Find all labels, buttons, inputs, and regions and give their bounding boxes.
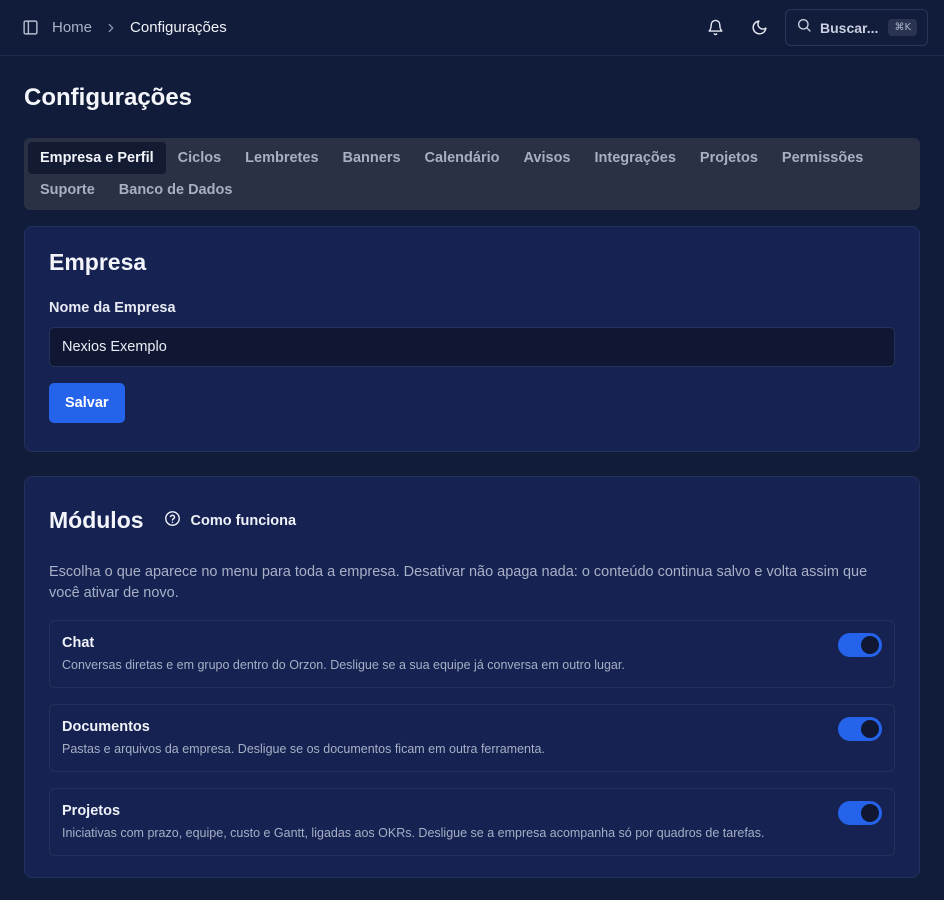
tab-banco-de-dados[interactable]: Banco de Dados xyxy=(107,174,245,206)
breadcrumb-current: Configurações xyxy=(130,19,227,36)
toggle-knob xyxy=(861,720,879,738)
top-bar: Home Configurações Buscar... ⌘K xyxy=(0,0,944,56)
tab-projetos[interactable]: Projetos xyxy=(688,142,770,174)
modulos-title: Módulos xyxy=(49,507,144,533)
how-it-works-label: Como funciona xyxy=(190,512,297,529)
modulos-header: Módulos Como funciona xyxy=(49,507,895,534)
module-description: Conversas diretas e em grupo dentro do O… xyxy=(62,658,625,672)
top-actions: Buscar... ⌘K xyxy=(697,9,928,46)
toggle-knob xyxy=(861,804,879,822)
tab-integracoes[interactable]: Integrações xyxy=(583,142,688,174)
settings-tabs: Empresa e Perfil Ciclos Lembretes Banner… xyxy=(24,138,920,210)
chevron-right-icon xyxy=(104,21,118,35)
breadcrumb-home[interactable]: Home xyxy=(52,19,92,36)
search-button[interactable]: Buscar... ⌘K xyxy=(785,9,928,46)
documentos-toggle[interactable] xyxy=(838,717,882,741)
projetos-toggle[interactable] xyxy=(838,801,882,825)
search-icon xyxy=(796,17,812,38)
module-name: Projetos xyxy=(62,803,121,819)
module-item-chat: Chat Conversas diretas e em grupo dentro… xyxy=(49,620,895,688)
tab-banners[interactable]: Banners xyxy=(331,142,413,174)
module-name: Documentos xyxy=(62,719,150,735)
module-description: Pastas e arquivos da empresa. Desligue s… xyxy=(62,742,545,756)
module-item-projetos: Projetos Iniciativas com prazo, equipe, … xyxy=(49,788,895,856)
help-circle-icon xyxy=(164,510,181,532)
search-label: Buscar... xyxy=(820,19,879,36)
company-name-label: Nome da Empresa xyxy=(49,300,176,316)
module-name: Chat xyxy=(62,635,95,651)
modulos-description: Escolha o que aparece no menu para toda … xyxy=(49,564,868,601)
tab-lembretes[interactable]: Lembretes xyxy=(233,142,330,174)
how-it-works-link[interactable]: Como funciona xyxy=(164,510,297,532)
bell-icon[interactable] xyxy=(697,10,733,46)
toggle-knob xyxy=(861,636,879,654)
empresa-card: Empresa Nome da Empresa Salvar xyxy=(24,226,920,452)
tab-ciclos[interactable]: Ciclos xyxy=(166,142,234,174)
module-description: Iniciativas com prazo, equipe, custo e G… xyxy=(62,826,765,840)
save-button[interactable]: Salvar xyxy=(49,383,125,423)
tab-suporte[interactable]: Suporte xyxy=(28,174,107,206)
empresa-title: Empresa xyxy=(49,249,147,275)
moon-icon[interactable] xyxy=(741,10,777,46)
tab-permissoes[interactable]: Permissões xyxy=(770,142,875,174)
search-shortcut: ⌘K xyxy=(888,19,917,36)
company-name-input[interactable] xyxy=(49,327,895,367)
tab-avisos[interactable]: Avisos xyxy=(511,142,582,174)
sidebar-toggle-icon[interactable] xyxy=(20,18,40,38)
module-item-documentos: Documentos Pastas e arquivos da empresa.… xyxy=(49,704,895,772)
page-title: Configurações xyxy=(24,84,193,111)
tab-empresa-e-perfil[interactable]: Empresa e Perfil xyxy=(28,142,166,174)
tab-calendario[interactable]: Calendário xyxy=(413,142,512,174)
modulos-card: Módulos Como funciona Escolha o que apar… xyxy=(24,476,920,878)
chat-toggle[interactable] xyxy=(838,633,882,657)
breadcrumb: Home Configurações xyxy=(52,19,227,36)
